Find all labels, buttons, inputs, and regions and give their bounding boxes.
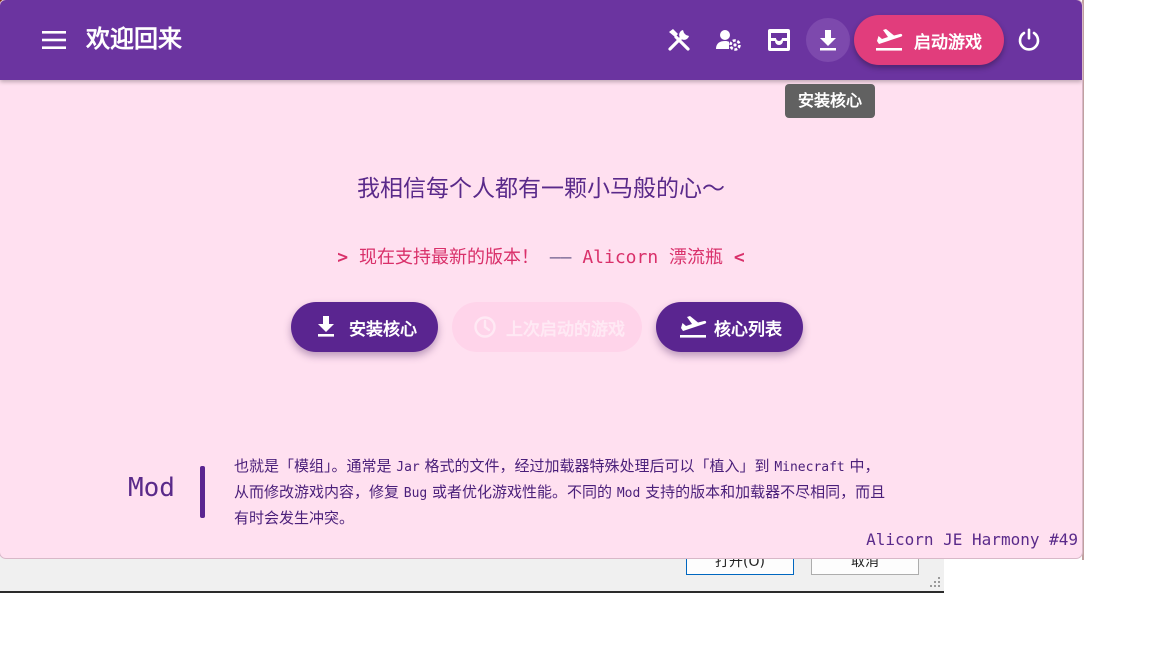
history-icon: [474, 316, 496, 338]
tip-code: Mod: [616, 486, 641, 501]
tip-text: 中，: [844, 457, 880, 475]
tip-divider: [200, 466, 205, 518]
message-source: Alicorn 漂流瓶: [582, 247, 724, 268]
last-launched-button[interactable]: 上次启动的游戏: [452, 302, 642, 352]
tools-icon: [668, 29, 690, 51]
welcome-headline: 我相信每个人都有一颗小马般的心～: [357, 176, 725, 202]
tip-text: 从而修改游戏内容，修复: [234, 483, 404, 501]
version-label: Alicorn JE Harmony #49: [866, 530, 1078, 549]
tools-button[interactable]: [657, 18, 701, 62]
power-icon: [1018, 28, 1040, 51]
last-launched-label: 上次启动的游戏: [506, 319, 625, 340]
download-icon: [318, 316, 334, 337]
open-marker: >: [337, 247, 349, 268]
app-window: 欢迎回来 启动游戏 安装核心 我相信每个人都有一颗小马般的心～ > 现在支持最新…: [0, 0, 1082, 558]
inbox-button[interactable]: [757, 18, 801, 62]
exit-button[interactable]: [1007, 18, 1051, 62]
tip-code: Minecraft: [774, 460, 845, 475]
tip-text: 格式的文件，经过加载器特殊处理后可以「植入」到: [419, 457, 775, 475]
drift-bottle-message: > 现在支持最新的版本！ —— Alicorn 漂流瓶 <: [0, 243, 1082, 273]
taskbar-edge: [0, 591, 944, 593]
message-text: 现在支持最新的版本！: [358, 247, 539, 268]
flight-takeoff-icon: [680, 316, 707, 338]
install-core-action-button[interactable]: 安装核心: [291, 302, 438, 352]
tip-line: 也就是「模组」。通常是 Jar 格式的文件，经过加载器特殊处理后可以「植入」到 …: [234, 454, 964, 480]
core-list-button[interactable]: 核心列表: [656, 302, 803, 352]
tip-text: 或者优化游戏性能。不同的: [427, 483, 617, 501]
tooltip: 安装核心: [785, 84, 875, 118]
install-core-label: 安装核心: [349, 319, 417, 340]
tip-line: 从而修改游戏内容，修复 Bug 或者优化游戏性能。不同的 Mod 支持的版本和加…: [234, 480, 964, 506]
tip-term: Mod: [128, 473, 175, 503]
launch-game-label: 启动游戏: [914, 32, 982, 53]
accounts-button[interactable]: [707, 18, 751, 62]
core-list-label: 核心列表: [714, 319, 782, 340]
tip-line: 有时会发生冲突。: [234, 509, 355, 527]
dash: ——: [549, 247, 572, 268]
tip-text: 支持的版本和加载器不尽相同，而且: [640, 483, 886, 501]
tip-text: 也就是「模组」。通常是: [234, 457, 397, 475]
inbox-icon: [768, 29, 790, 51]
install-core-button[interactable]: [806, 18, 850, 62]
close-marker: <: [733, 247, 745, 268]
page-title: 欢迎回来: [86, 25, 182, 53]
download-icon: [820, 30, 836, 51]
flight-takeoff-icon: [876, 29, 903, 51]
menu-icon[interactable]: [42, 29, 66, 51]
tip-description: 也就是「模组」。通常是 Jar 格式的文件，经过加载器特殊处理后可以「植入」到 …: [234, 454, 964, 530]
user-settings-icon: [716, 30, 741, 51]
background-window-edge: [1082, 0, 1084, 560]
tip-code: Bug: [403, 486, 428, 501]
launch-game-button[interactable]: 启动游戏: [854, 15, 1004, 65]
tip-code: Jar: [396, 460, 420, 475]
top-app-bar: 欢迎回来 启动游戏: [0, 0, 1082, 80]
resize-grip-icon[interactable]: [928, 575, 942, 589]
